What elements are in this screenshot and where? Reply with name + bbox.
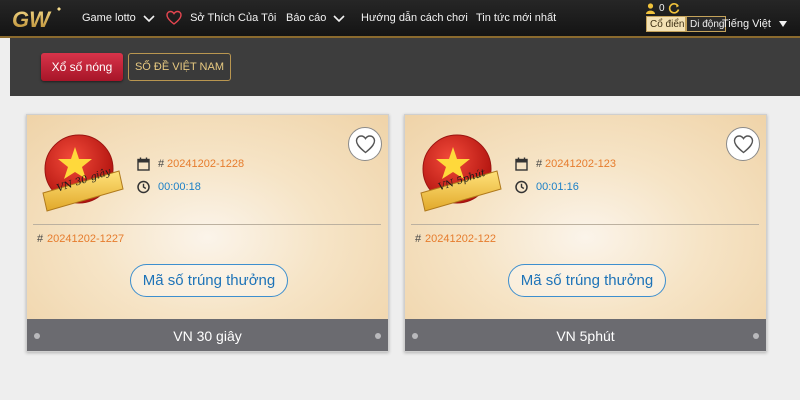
current-issue-number: 20241202-123 — [545, 158, 616, 170]
favorite-button[interactable] — [348, 127, 382, 161]
top-navigation: GW Game lotto Sở Thích Của Tôi Báo cáo H… — [0, 0, 800, 38]
gw-logo[interactable]: GW — [10, 5, 66, 33]
nav-favorites-label: Sở Thích Của Tôi — [190, 12, 277, 24]
countdown-timer: 00:01:16 — [536, 181, 579, 193]
game-title: VN 5phút — [556, 328, 615, 344]
vietnam-lottery-tab[interactable]: SỐ ĐỀ VIỆT NAM — [128, 53, 231, 81]
hash-symbol: # — [158, 158, 165, 170]
footer-dot-right — [375, 333, 381, 339]
footer-dot-left — [412, 333, 418, 339]
user-icon — [646, 3, 655, 14]
hash-symbol: # — [536, 158, 543, 170]
nav-guide[interactable]: Hướng dẫn cách chơi — [361, 0, 468, 36]
chevron-down-icon — [143, 15, 155, 23]
lottery-category-bar: Xổ số nóng SỐ ĐỀ VIỆT NAM — [10, 38, 800, 96]
heart-icon — [355, 135, 376, 154]
nav-game-lotto-label: Game lotto — [82, 12, 136, 24]
winning-numbers-button[interactable]: Mã số trúng thưởng — [508, 264, 666, 297]
game-card-vn-5min[interactable]: VN 5phút # 20241202-123 00:01:16 # 20241… — [404, 114, 767, 352]
current-issue-number: 20241202-1228 — [167, 158, 245, 170]
footer-dot-right — [753, 333, 759, 339]
mode-classic-button[interactable]: Cổ điển — [646, 16, 686, 32]
favorite-button[interactable] — [726, 127, 760, 161]
svg-text:GW: GW — [12, 7, 52, 32]
heart-icon — [733, 135, 754, 154]
winning-numbers-button[interactable]: Mã số trúng thưởng — [130, 264, 288, 297]
hot-lottery-tab[interactable]: Xổ số nóng — [41, 53, 123, 81]
clock-icon — [137, 180, 150, 194]
nav-news-label: Tin tức mới nhất — [476, 12, 557, 24]
clock-icon — [515, 180, 528, 194]
chevron-down-icon — [333, 15, 346, 23]
previous-issue-number: 20241202-122 — [425, 233, 496, 245]
countdown-timer: 00:00:18 — [158, 181, 201, 193]
heart-icon — [166, 10, 182, 25]
card-divider — [411, 224, 759, 225]
mode-mobile-button[interactable]: Di động — [686, 16, 726, 32]
balance-value: 0 — [659, 3, 665, 14]
footer-dot-left — [34, 333, 40, 339]
game-card-vn-30s[interactable]: VN 30 giây # 20241202-1228 00:00:18 # 20… — [26, 114, 389, 352]
nav-news[interactable]: Tin tức mới nhất — [476, 0, 556, 36]
caret-down-icon — [778, 21, 787, 28]
nav-guide-label: Hướng dẫn cách chơi — [361, 12, 468, 24]
card-footer[interactable]: VN 5phút — [405, 319, 766, 351]
card-footer[interactable]: VN 30 giây — [27, 319, 388, 351]
language-label: Tiếng Việt — [722, 18, 771, 30]
calendar-icon — [515, 157, 528, 171]
card-divider — [33, 224, 381, 225]
nav-reports[interactable]: Báo cáo — [286, 0, 346, 36]
previous-issue-number: 20241202-1227 — [47, 233, 125, 245]
language-selector[interactable]: Tiếng Việt — [722, 16, 787, 32]
nav-favorites[interactable]: Sở Thích Của Tôi — [166, 0, 276, 36]
nav-reports-label: Báo cáo — [286, 12, 327, 24]
calendar-icon — [137, 157, 150, 171]
refresh-icon[interactable] — [668, 2, 680, 14]
hash-symbol: # — [37, 233, 44, 245]
nav-game-lotto[interactable]: Game lotto — [82, 0, 155, 36]
game-title: VN 30 giây — [173, 328, 242, 344]
hash-symbol: # — [415, 233, 422, 245]
